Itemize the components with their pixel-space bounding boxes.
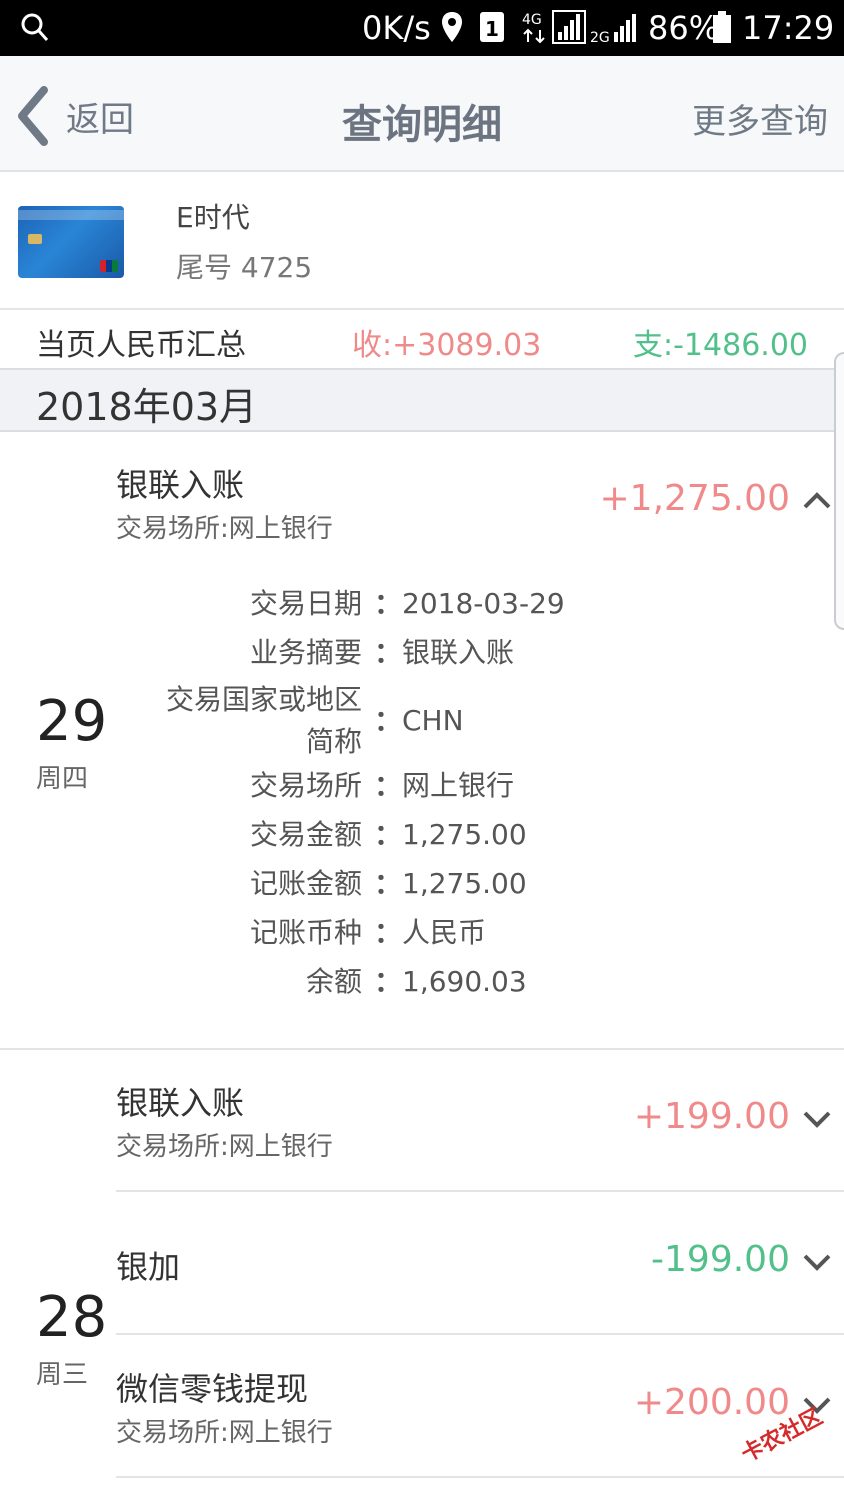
detail-row: 业务摘要 ： 银联入账	[116, 633, 816, 677]
detail-row: 交易国家或地区 简称 ： CHN	[116, 680, 816, 764]
detail-colon: ：	[374, 636, 403, 669]
detail-label: 交易日期	[249, 587, 362, 620]
detail-value: 1,275.00	[402, 867, 527, 900]
row-divider	[116, 1333, 844, 1335]
signal-1-icon	[552, 10, 586, 44]
detail-value: CHN	[402, 704, 464, 737]
detail-value: 1,690.03	[402, 965, 527, 998]
transaction-amount: +200.00	[633, 1382, 790, 1423]
detail-label: 余额	[305, 965, 362, 998]
transaction-title: 银联入账	[116, 466, 245, 504]
clock-time: 17:29	[742, 9, 835, 47]
month-header: 2018年03月	[0, 370, 844, 432]
transaction-title: 微信零钱提现	[116, 1370, 309, 1408]
day-weekday: 周四	[36, 764, 89, 794]
summary-income: 收:+3089.03	[352, 328, 542, 363]
detail-row: 记账金额 ： 1,275.00	[116, 864, 816, 908]
detail-row: 余额 ： 1,690.03	[116, 962, 816, 1006]
card-tail-number: 尾号 4725	[176, 251, 313, 284]
detail-colon: ：	[374, 965, 403, 998]
summary-label: 当页人民币汇总	[36, 328, 246, 363]
sim-slot-number: 1	[485, 17, 499, 41]
detail-row: 交易场所 ： 网上银行	[116, 766, 816, 810]
detail-value: 人民币	[402, 916, 487, 949]
transaction-amount: -199.00	[651, 1239, 790, 1280]
location-icon	[442, 12, 462, 42]
summary-expense: 支:-1486.00	[633, 328, 808, 363]
network-speed: 0K/s	[362, 9, 431, 47]
detail-label: 业务摘要	[249, 636, 362, 669]
transaction-amount: +1,275.00	[599, 478, 790, 519]
sim-icon: 1	[480, 12, 504, 42]
transaction-title: 银联入账	[116, 1084, 245, 1122]
transaction-amount: +199.00	[633, 1096, 790, 1137]
battery-icon	[713, 11, 731, 43]
day-number: 29	[36, 689, 108, 754]
side-pull-handle[interactable]	[834, 352, 844, 630]
search-icon	[21, 13, 49, 41]
detail-value: 网上银行	[402, 769, 515, 802]
card-info: E时代 尾号 4725	[0, 172, 844, 310]
card-name: E时代	[176, 201, 250, 234]
network-2g-label: 2G	[590, 30, 610, 44]
status-bar: 0K/s 1 4G 2G 86% 17:29	[0, 0, 844, 56]
detail-row: 交易金额 ： 1,275.00	[116, 815, 816, 859]
detail-colon: ：	[374, 916, 403, 949]
chevron-up-icon[interactable]	[802, 490, 832, 510]
detail-row: 交易日期 ： 2018-03-29	[116, 584, 816, 628]
transaction-location: 交易场所:网上银行	[116, 514, 333, 544]
day-number: 28	[36, 1285, 108, 1350]
detail-label: 交易国家或地区	[165, 683, 362, 716]
day-divider	[0, 1048, 844, 1050]
detail-colon: ：	[374, 587, 403, 620]
summary-bar: 当页人民币汇总 收:+3089.03 支:-1486.00	[0, 310, 844, 370]
detail-row: 记账币种 ： 人民币	[116, 913, 816, 957]
app-header: 返回 查询明细 更多查询	[0, 56, 844, 172]
network-4g-label: 4G	[522, 12, 542, 28]
detail-colon: ：	[374, 867, 403, 900]
detail-colon: ：	[374, 769, 403, 802]
chevron-down-icon[interactable]	[802, 1110, 832, 1130]
network-4g-icon: 4G	[522, 12, 545, 44]
bank-card-image	[18, 206, 124, 278]
more-query-button[interactable]: 更多查询	[692, 94, 828, 143]
detail-label: 交易场所	[249, 769, 362, 802]
transaction-title: 银加	[116, 1248, 181, 1286]
transaction-location: 交易场所:网上银行	[116, 1418, 333, 1448]
row-divider	[116, 1476, 844, 1478]
month-label: 2018年03月	[36, 385, 258, 429]
detail-label: 记账币种	[249, 916, 362, 949]
transaction-location: 交易场所:网上银行	[116, 1132, 333, 1162]
detail-value: 2018-03-29	[402, 587, 565, 620]
detail-label: 记账金额	[249, 867, 362, 900]
detail-colon: ：	[374, 704, 403, 737]
row-divider	[116, 1190, 844, 1192]
day-weekday: 周三	[36, 1360, 89, 1390]
detail-value: 银联入账	[402, 636, 515, 669]
detail-label-line2: 简称	[305, 725, 362, 758]
battery-percent: 86%	[648, 9, 720, 47]
detail-value: 1,275.00	[402, 818, 527, 851]
signal-2-icon: 2G	[590, 14, 636, 44]
chevron-down-icon[interactable]	[802, 1253, 832, 1273]
detail-colon: ：	[374, 818, 403, 851]
detail-label: 交易金额	[249, 818, 362, 851]
